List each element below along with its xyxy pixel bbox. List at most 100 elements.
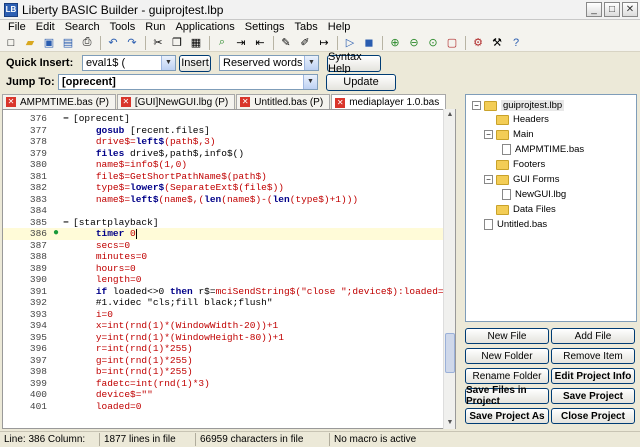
new-folder-button[interactable]: New Folder [465,348,549,364]
zoom-fit-icon[interactable]: ⊙ [425,35,441,51]
toolbar-separator [145,35,146,50]
menu-item-edit[interactable]: Edit [31,21,60,33]
tree-item[interactable]: NewGUI.lbg [502,188,566,201]
insert-button[interactable]: Insert [179,54,211,72]
minimize-button[interactable]: _ [586,2,602,17]
file-icon [502,144,511,155]
quick-insert-combo[interactable]: eval1$ ( ▼ [82,55,176,71]
tree-item[interactable]: Untitled.bas [484,218,547,231]
close-icon[interactable]: ✕ [6,97,16,107]
find-icon[interactable]: ⌕ [214,35,230,51]
indent-icon[interactable]: ⇥ [233,35,249,51]
code-text: loaded=0 [71,401,142,412]
tree-item[interactable]: − Main [484,128,534,141]
scroll-down-icon[interactable]: ▼ [444,417,456,429]
menu-item-run[interactable]: Run [140,21,170,33]
new-icon[interactable]: □ [3,35,19,51]
line-number: 392 [29,297,47,309]
menu-item-tools[interactable]: Tools [105,21,141,33]
tree-item[interactable]: Footers [484,158,545,171]
menu-item-search[interactable]: Search [60,21,105,33]
maximize-button[interactable]: □ [604,2,620,17]
save-project-button[interactable]: Save Project [551,388,635,404]
line-number: 376 [29,113,47,125]
collapse-icon[interactable]: − [484,175,493,184]
stop-icon[interactable]: ◼ [361,35,377,51]
close-project-button[interactable]: Close Project [551,408,635,424]
redo-icon[interactable]: ↷ [124,35,140,51]
close-icon[interactable]: ✕ [240,97,251,107]
save-files-in-project-button[interactable]: Save Files in Project [465,385,549,407]
open-icon[interactable]: ▰ [22,35,38,51]
maximize-icon[interactable]: ▢ [444,35,460,51]
print-icon[interactable]: ⎙ [79,35,95,51]
save-icon[interactable]: ▣ [41,35,57,51]
tab-1[interactable]: ✕ [GUI]NewGUI.lbg (P) [116,94,236,109]
new-file-button[interactable]: New File [465,328,549,344]
debug-icon[interactable]: ✐ [297,35,313,51]
tree-item[interactable]: AMPMTIME.bas [502,143,584,156]
save-project-as-button[interactable]: Save Project As [465,408,549,424]
chevron-down-icon[interactable]: ▼ [303,75,317,89]
project-tree[interactable]: − guiprojtest.lbp Headers − Main AMPMTIME.bas… [465,94,637,322]
chevron-down-icon[interactable]: ▼ [304,56,318,70]
paste-icon[interactable]: ▦ [188,35,204,51]
zoom-in-icon[interactable]: ⊕ [387,35,403,51]
rename-folder-button[interactable]: Rename Folder [465,368,549,384]
compile-icon[interactable]: ⚙ [470,35,486,51]
code-token: (name$,( [158,193,205,205]
editor-scrollbar[interactable]: ▲ ▼ [443,109,455,429]
tab-2[interactable]: ✕ Untitled.bas (P) [236,94,331,109]
tree-item[interactable]: − GUI Forms [484,173,559,186]
add-file-button[interactable]: Add File [551,328,635,344]
update-button[interactable]: Update [326,73,396,91]
tab-3[interactable]: ✕ mediaplayer 1.0.bas [331,94,447,110]
code-token: type$= [95,182,131,194]
code-line: 385 − [startplayback] [3,217,455,229]
tree-item[interactable]: Data Files [484,203,556,216]
menu-item-file[interactable]: File [3,21,31,33]
undo-icon[interactable]: ↶ [105,35,121,51]
collapse-icon[interactable]: − [472,101,481,110]
close-icon[interactable]: ✕ [335,97,346,108]
outdent-icon[interactable]: ⇤ [252,35,268,51]
run-start-icon[interactable]: ▷ [342,35,358,51]
zoom-out-icon[interactable]: ⊖ [406,35,422,51]
menu-item-settings[interactable]: Settings [240,21,290,33]
tools-icon[interactable]: ⚒ [489,35,505,51]
scrollbar-thumb[interactable] [445,333,455,373]
tree-root[interactable]: − guiprojtest.lbp [472,99,565,112]
code-line: 392 #1.videc "cls;fill black;flush" [3,297,455,309]
close-button[interactable]: ✕ [622,2,638,17]
tab-0[interactable]: ✕ AMPMTIME.bas (P) [2,94,116,109]
cut-icon[interactable]: ✂ [150,35,166,51]
step-icon[interactable]: ↦ [316,35,332,51]
menu-item-help[interactable]: Help [323,21,356,33]
help-icon[interactable]: ? [508,35,524,51]
tree-item[interactable]: Headers [484,113,549,126]
collapse-icon[interactable]: − [484,130,493,139]
code-token: y=int(rnd(1)*(WindowHeight-80))+1 [95,331,284,343]
close-icon[interactable]: ✕ [120,97,131,107]
syntax-help-button[interactable]: Syntax Help [327,51,381,75]
save-all-icon[interactable]: ▤ [60,35,76,51]
copy-icon[interactable]: ❐ [169,35,185,51]
jump-to-combo[interactable]: [oprecent] ▼ [58,74,318,90]
code-editor[interactable]: 376− [oprecent] 377 gosub [recent.files] 37… [2,109,456,429]
edit-project-info-button[interactable]: Edit Project Info [551,368,635,384]
menu-item-tabs[interactable]: Tabs [290,21,323,33]
chevron-down-icon[interactable]: ▼ [161,56,175,70]
remove-item-button[interactable]: Remove Item [551,348,635,364]
menu-item-applications[interactable]: Applications [170,21,239,33]
fold-toggle-icon[interactable]: − [61,217,71,228]
quick-insert-row: Quick Insert: eval1$ ( ▼ Insert Reserved… [0,51,640,75]
scroll-up-icon[interactable]: ▲ [444,109,456,121]
run-icon[interactable]: ✎ [278,35,294,51]
reserved-words-combo[interactable]: Reserved words ▼ [219,55,319,71]
fold-toggle-icon[interactable]: − [61,113,71,124]
